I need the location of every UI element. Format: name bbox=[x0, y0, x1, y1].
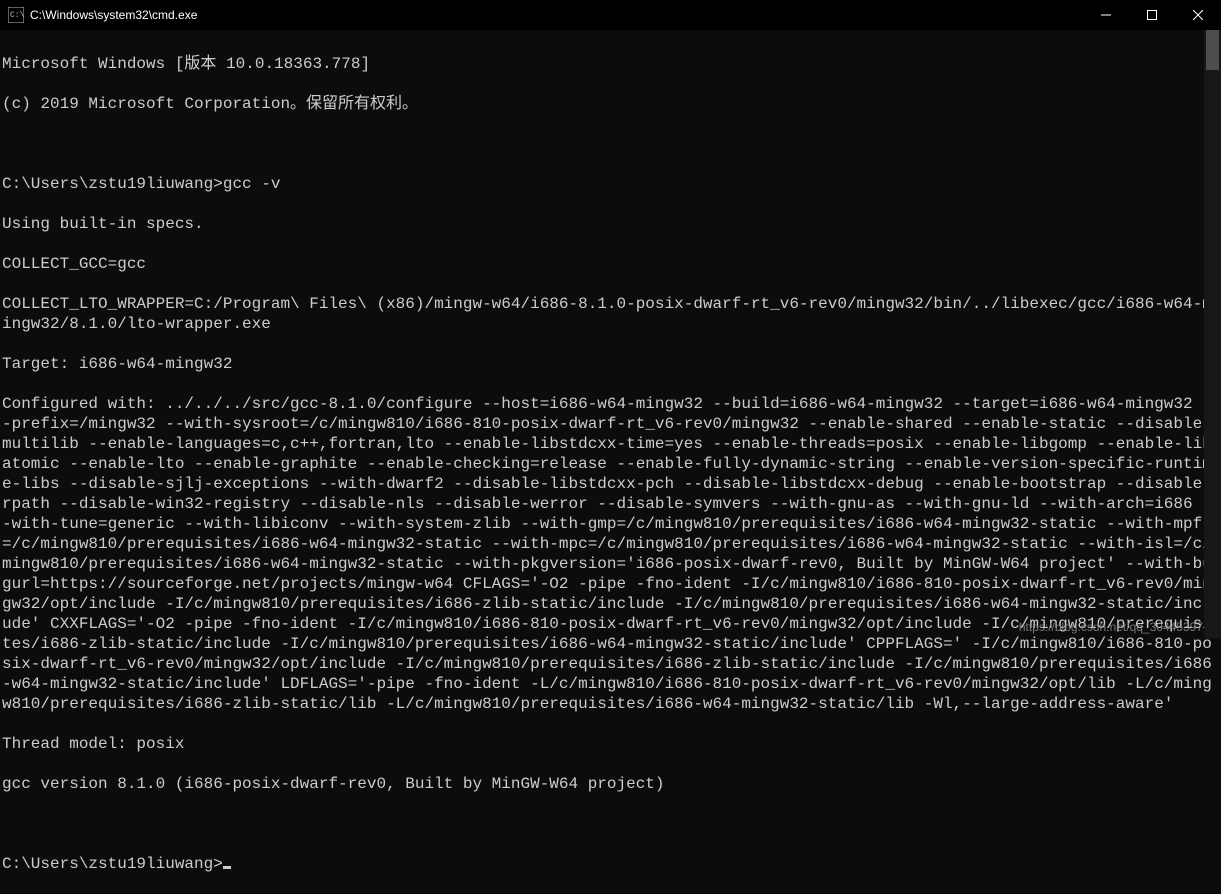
maximize-button[interactable] bbox=[1129, 0, 1175, 30]
window-controls bbox=[1083, 0, 1221, 30]
terminal-line: Target: i686-w64-mingw32 bbox=[2, 354, 1219, 374]
close-button[interactable] bbox=[1175, 0, 1221, 30]
terminal-prompt: C:\Users\zstu19liuwang>gcc -v bbox=[2, 174, 1219, 194]
terminal-line: (c) 2019 Microsoft Corporation。保留所有权利。 bbox=[2, 94, 1219, 114]
cmd-icon: C:\ bbox=[8, 7, 24, 23]
terminal-prompt: C:\Users\zstu19liuwang> bbox=[2, 854, 1219, 874]
terminal-content[interactable]: Microsoft Windows [版本 10.0.18363.778] (c… bbox=[0, 30, 1221, 638]
terminal-line: COLLECT_LTO_WRAPPER=C:/Program\ Files\ (… bbox=[2, 294, 1219, 334]
window-title: C:\Windows\system32\cmd.exe bbox=[30, 8, 1083, 22]
svg-text:C:\: C:\ bbox=[10, 11, 24, 20]
terminal-line: Using built-in specs. bbox=[2, 214, 1219, 234]
terminal-line bbox=[2, 134, 1219, 154]
cursor bbox=[223, 866, 231, 869]
scrollbar-thumb[interactable] bbox=[1206, 30, 1219, 70]
terminal-line: Thread model: posix bbox=[2, 734, 1219, 754]
minimize-button[interactable] bbox=[1083, 0, 1129, 30]
terminal-line: gcc version 8.1.0 (i686-posix-dwarf-rev0… bbox=[2, 774, 1219, 794]
titlebar[interactable]: C:\ C:\Windows\system32\cmd.exe bbox=[0, 0, 1221, 30]
prompt-text: C:\Users\zstu19liuwang> bbox=[2, 855, 223, 873]
terminal-line bbox=[2, 814, 1219, 834]
terminal-line: COLLECT_GCC=gcc bbox=[2, 254, 1219, 274]
watermark: https://blog.csdn.net/qq_30445397 bbox=[1019, 620, 1203, 634]
terminal-line: Microsoft Windows [版本 10.0.18363.778] bbox=[2, 54, 1219, 74]
terminal-line: Configured with: ../../../src/gcc-8.1.0/… bbox=[2, 394, 1219, 714]
scrollbar[interactable] bbox=[1204, 30, 1221, 638]
